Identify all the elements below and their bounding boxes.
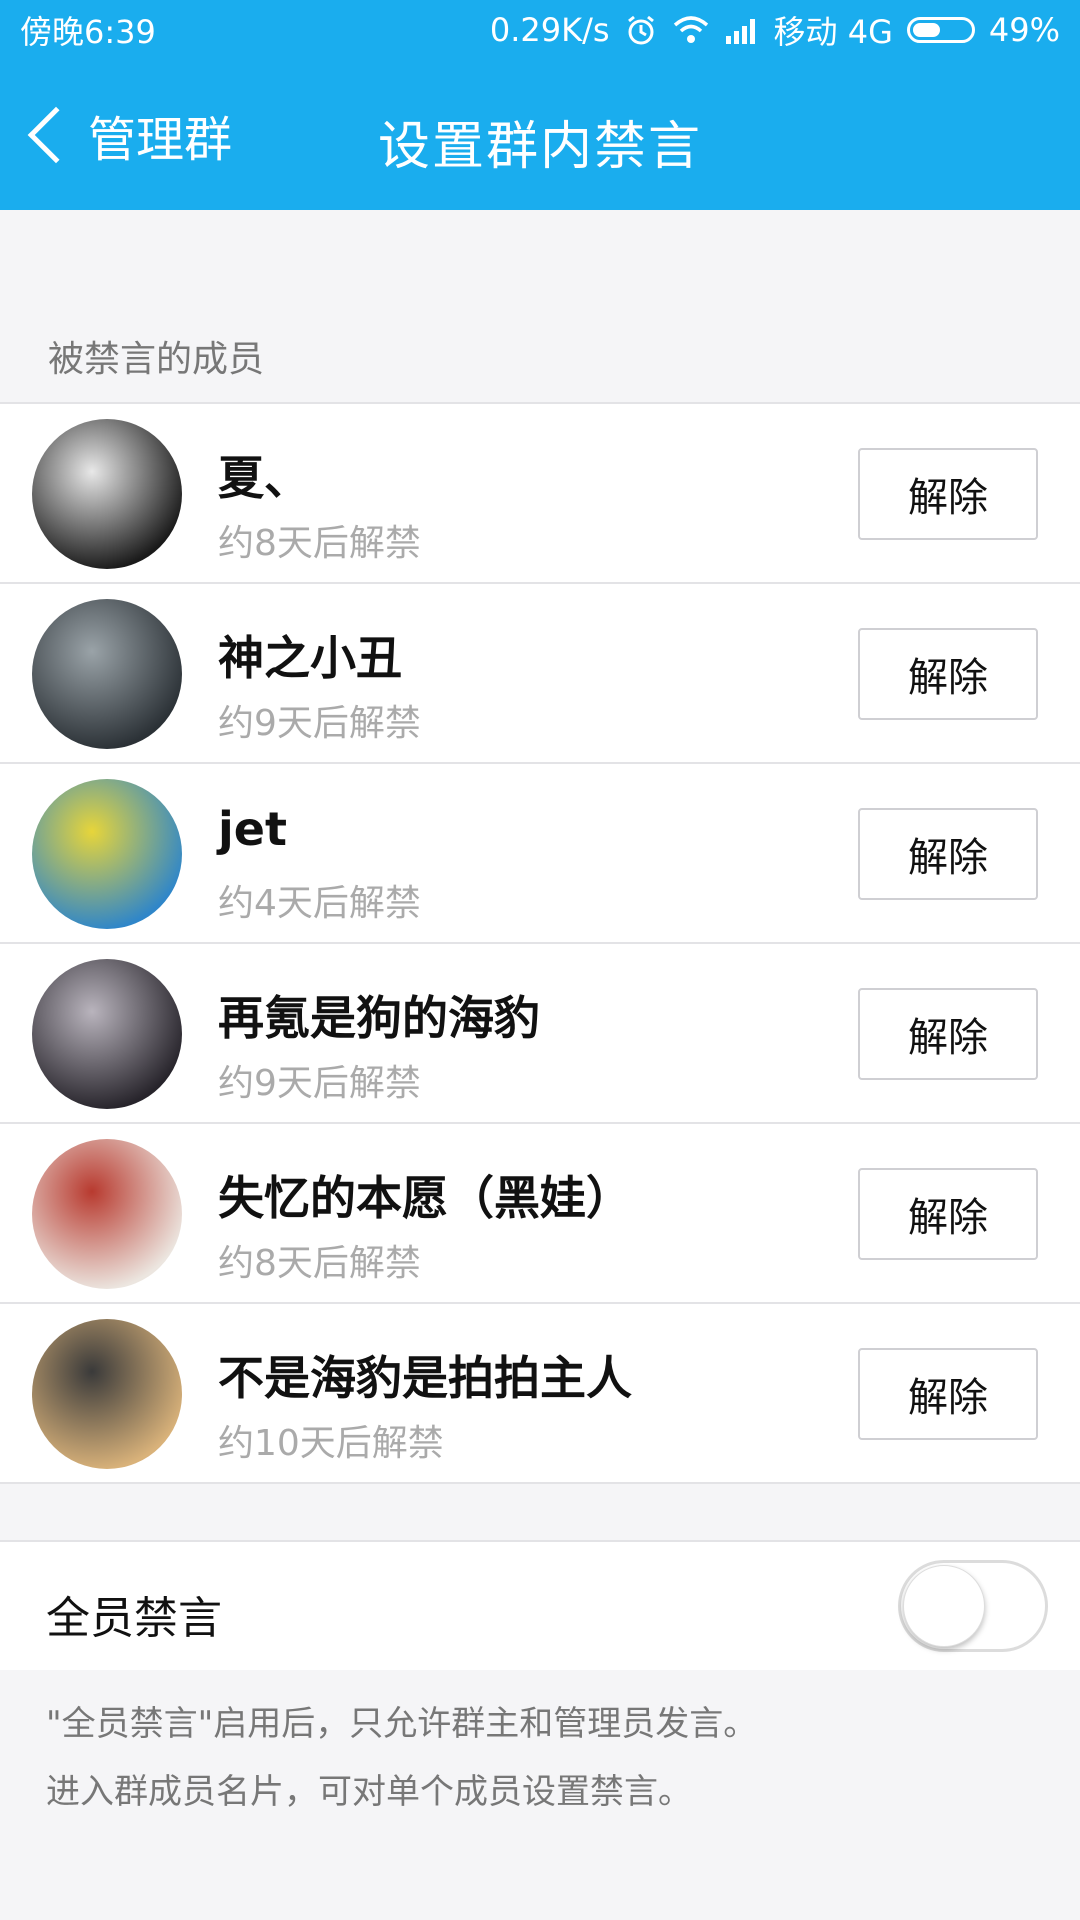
unmute-button[interactable]: 解除 [858,1168,1038,1260]
alarm-icon [627,15,654,45]
member-row[interactable]: 不是海豹是拍拍主人约10天后解禁 解除 [0,1304,1080,1484]
unmute-button[interactable]: 解除 [858,628,1038,720]
all-mute-label: 全员禁言 [46,1593,222,1644]
status-bar: 傍晚6:39 0.29K/s 移动 4G 49% [0,0,1080,60]
unmute-button[interactable]: 解除 [858,448,1038,540]
all-mute-row[interactable]: 全员禁言 [0,1540,1080,1670]
carrier-label: 移动 4G [773,13,893,51]
net-speed: 0.29K/s [489,11,610,49]
mute-remaining-text: 约8天后解禁 [218,523,421,564]
section-label: 被禁言的成员 [48,339,265,380]
battery-icon [906,17,975,43]
avatar[interactable] [32,599,182,749]
battery-fill [912,23,940,37]
muted-member-list: 夏、 约8天后解禁 解除 神之小丑 约9天后解禁 解除 jet 约4天后解禁 解除 再氪是狗的海豹… [0,402,1080,1484]
member-name: 不是海豹是拍拍主人 [218,1351,632,1405]
member-row[interactable]: jet 约4天后解禁 解除 [0,764,1080,944]
avatar[interactable] [32,419,182,569]
avatar[interactable] [32,959,182,1109]
avatar[interactable] [32,1139,182,1289]
mute-remaining-text: 约9天后解禁 [218,1063,421,1104]
unmute-button[interactable]: 解除 [858,988,1038,1080]
status-time: 傍晚6:39 [20,13,156,51]
member-name: 再氪是狗的海豹 [218,991,540,1045]
mute-remaining-text: 约10天后解禁 [218,1423,444,1464]
member-row[interactable]: 再氪是狗的海豹约9天后解禁 解除 [0,944,1080,1124]
mute-remaining-text: 约4天后解禁 [218,883,421,924]
member-name: 失忆的本愿（黑娃） [218,1171,632,1225]
wifi-icon [673,16,708,43]
member-row[interactable]: 夏、约8天后解禁 解除 [0,404,1080,584]
member-row[interactable]: 失忆的本愿（黑娃） 约8天后解禁 解除 [0,1124,1080,1304]
all-mute-toggle[interactable] [898,1560,1048,1652]
note-line-2: 进入群成员名片，可对单个成员设置禁言。 [46,1772,692,1812]
unmute-button[interactable]: 解除 [858,1348,1038,1440]
unmute-button[interactable]: 解除 [858,808,1038,900]
member-name: 夏、 [218,451,310,505]
mute-remaining-text: 约9天后解禁 [218,703,421,744]
status-indicators: 0.29K/s 移动 4G 49% [490,7,1060,53]
note-line-1: "全员禁言"启用后，只允许群主和管理员发言。 [46,1704,758,1744]
battery-percent: 49% [988,11,1060,49]
mute-remaining-text: 约8天后解禁 [218,1243,421,1284]
member-row[interactable]: 神之小丑约9天后解禁 解除 [0,584,1080,764]
member-name: 神之小丑 [218,631,402,685]
page-title: 设置群内禁言 [377,117,702,177]
avatar[interactable] [32,779,182,929]
toggle-knob [903,1565,985,1647]
title-bar: 管理群 设置群内禁言 [0,60,1080,210]
signal-icon [725,19,755,44]
member-name: jet [218,802,287,856]
avatar[interactable] [32,1319,182,1469]
